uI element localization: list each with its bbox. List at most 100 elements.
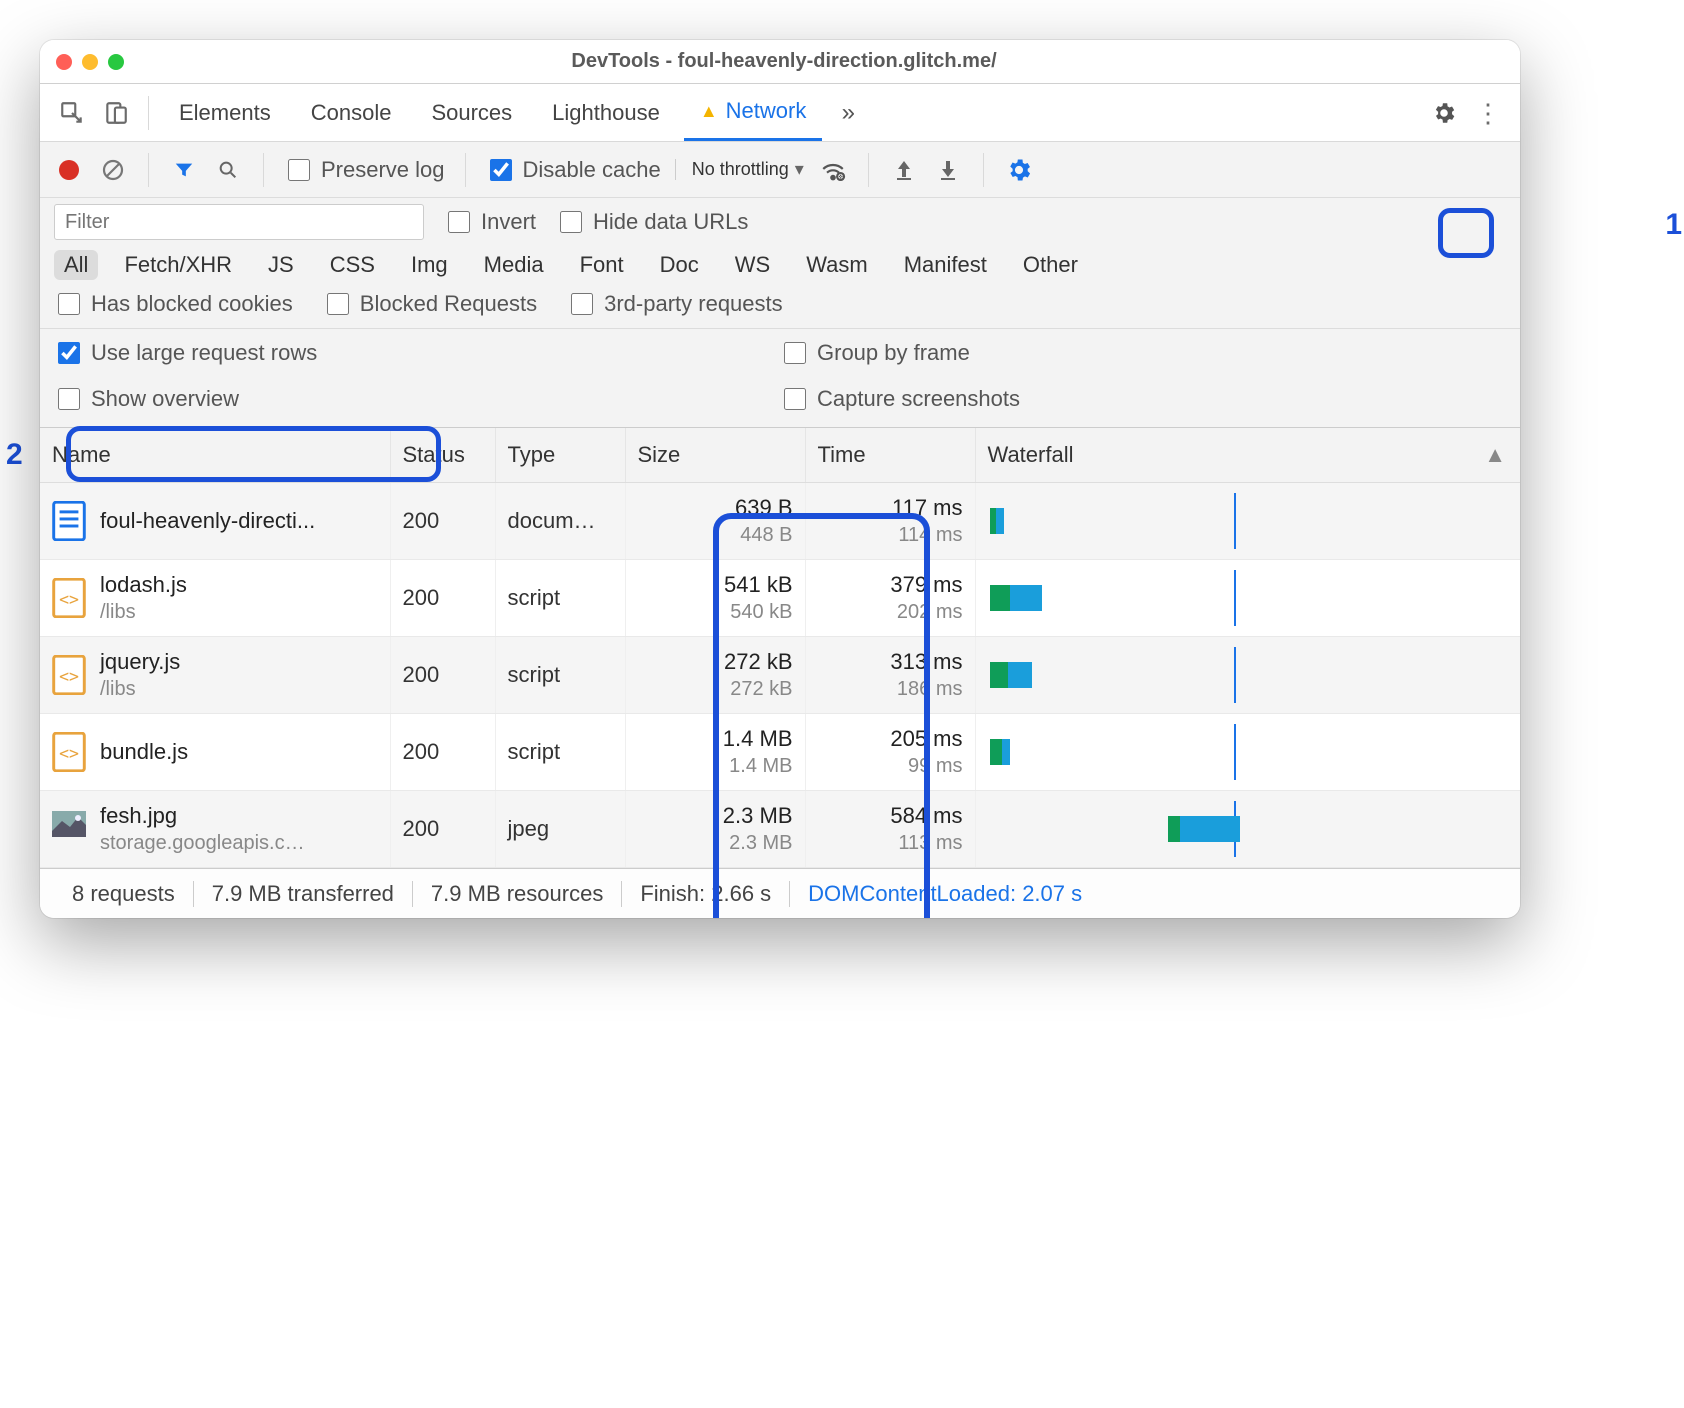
chip-wasm[interactable]: Wasm	[796, 250, 878, 280]
table-row[interactable]: fesh.jpgstorage.googleapis.c… 200 jpeg 2…	[40, 791, 1520, 868]
time-total: 584 ms	[818, 802, 963, 831]
devtools-window: DevTools - foul-heavenly-direction.glitc…	[40, 40, 1520, 918]
status-cell: 200	[390, 637, 495, 714]
blocked-cookies-checkbox[interactable]: Has blocked cookies	[54, 290, 293, 318]
tab-sources[interactable]: Sources	[415, 84, 528, 141]
capture-screenshots-checkbox[interactable]: Capture screenshots	[780, 385, 1506, 413]
table-row[interactable]: foul-heavenly-directi... 200 docum… 639 …	[40, 483, 1520, 560]
chip-js[interactable]: JS	[258, 250, 304, 280]
status-cell: 200	[390, 560, 495, 637]
status-requests: 8 requests	[54, 881, 194, 907]
warning-icon: ▲	[700, 101, 718, 122]
filter-icon[interactable]	[169, 155, 199, 185]
status-dcl: DOMContentLoaded: 2.07 s	[790, 881, 1100, 907]
status-transferred: 7.9 MB transferred	[194, 881, 413, 907]
download-har-icon[interactable]	[933, 155, 963, 185]
status-cell: 200	[390, 714, 495, 791]
time-total: 117 ms	[818, 494, 963, 523]
svg-text:<>: <>	[59, 744, 79, 763]
col-type[interactable]: Type	[495, 428, 625, 483]
status-finish: Finish: 2.66 s	[622, 881, 790, 907]
chip-other[interactable]: Other	[1013, 250, 1088, 280]
table-row[interactable]: <> jquery.js/libs 200 script 272 kB272 k…	[40, 637, 1520, 714]
request-path: storage.googleapis.c…	[100, 830, 305, 856]
preserve-log-checkbox[interactable]: Preserve log	[284, 156, 445, 184]
annotation-1: 1	[1665, 208, 1682, 242]
svg-text:<>: <>	[59, 590, 79, 609]
col-waterfall[interactable]: Waterfall▲	[975, 428, 1520, 483]
chip-font[interactable]: Font	[570, 250, 634, 280]
chip-css[interactable]: CSS	[320, 250, 385, 280]
type-cell: script	[495, 560, 625, 637]
time-latency: 186 ms	[818, 676, 963, 702]
hide-data-urls-checkbox[interactable]: Hide data URLs	[556, 208, 748, 236]
chip-img[interactable]: Img	[401, 250, 458, 280]
third-party-checkbox[interactable]: 3rd-party requests	[567, 290, 783, 318]
tab-elements[interactable]: Elements	[163, 84, 287, 141]
size-resource: 2.3 MB	[638, 830, 793, 856]
table-row[interactable]: <> lodash.js/libs 200 script 541 kB540 k…	[40, 560, 1520, 637]
network-table: Name Status Type Size Time Waterfall▲ fo…	[40, 428, 1520, 868]
blocked-requests-checkbox[interactable]: Blocked Requests	[323, 290, 537, 318]
chevron-down-icon: ▾	[795, 159, 804, 180]
chip-manifest[interactable]: Manifest	[894, 250, 997, 280]
settings-gear-icon[interactable]	[1426, 95, 1462, 131]
size-transfer: 1.4 MB	[638, 725, 793, 754]
chip-fetch-xhr[interactable]: Fetch/XHR	[114, 250, 242, 280]
col-name[interactable]: Name	[40, 428, 390, 483]
time-latency: 114 ms	[818, 522, 963, 548]
table-row[interactable]: <> bundle.js 200 script 1.4 MB1.4 MB 205…	[40, 714, 1520, 791]
group-by-frame-checkbox[interactable]: Group by frame	[780, 339, 1506, 367]
more-tabs-icon[interactable]: »	[830, 95, 866, 131]
tab-lighthouse[interactable]: Lighthouse	[536, 84, 676, 141]
filter-input[interactable]	[54, 204, 424, 240]
kebab-menu-icon[interactable]: ⋮	[1470, 95, 1506, 131]
chip-doc[interactable]: Doc	[650, 250, 709, 280]
invert-checkbox[interactable]: Invert	[444, 208, 536, 236]
chip-media[interactable]: Media	[474, 250, 554, 280]
tab-network[interactable]: ▲ Network	[684, 84, 823, 141]
request-name: foul-heavenly-directi...	[100, 507, 315, 536]
waterfall-cell	[988, 724, 1509, 780]
large-request-rows-checkbox[interactable]: Use large request rows	[54, 339, 780, 367]
device-toggle-icon[interactable]	[98, 95, 134, 131]
status-bar: 8 requests 7.9 MB transferred 7.9 MB res…	[40, 868, 1520, 918]
time-latency: 202 ms	[818, 599, 963, 625]
minimize-window[interactable]	[82, 54, 98, 70]
clear-icon[interactable]	[98, 155, 128, 185]
status-cell: 200	[390, 791, 495, 868]
col-time[interactable]: Time	[805, 428, 975, 483]
size-resource: 1.4 MB	[638, 753, 793, 779]
tab-console[interactable]: Console	[295, 84, 408, 141]
col-status[interactable]: Status	[390, 428, 495, 483]
network-conditions-icon[interactable]	[818, 155, 848, 185]
network-toolbar: Preserve log Disable cache No throttling…	[40, 142, 1520, 198]
show-overview-checkbox[interactable]: Show overview	[54, 385, 780, 413]
throttling-select[interactable]: No throttling ▾	[675, 159, 804, 180]
svg-text:<>: <>	[59, 667, 79, 686]
col-size[interactable]: Size	[625, 428, 805, 483]
window-title: DevTools - foul-heavenly-direction.glitc…	[124, 50, 1444, 73]
waterfall-cell	[988, 801, 1509, 857]
status-cell: 200	[390, 483, 495, 560]
waterfall-cell	[988, 493, 1509, 549]
script-file-icon: <>	[52, 578, 86, 618]
record-button[interactable]	[54, 155, 84, 185]
type-filter-chips: All Fetch/XHR JS CSS Img Media Font Doc …	[54, 250, 1506, 280]
time-total: 205 ms	[818, 725, 963, 754]
upload-har-icon[interactable]	[889, 155, 919, 185]
request-name: bundle.js	[100, 738, 188, 767]
request-name: jquery.js	[100, 648, 180, 677]
disable-cache-checkbox[interactable]: Disable cache	[486, 156, 661, 184]
size-transfer: 2.3 MB	[638, 802, 793, 831]
chip-all[interactable]: All	[54, 250, 98, 280]
chip-ws[interactable]: WS	[725, 250, 780, 280]
inspect-element-icon[interactable]	[54, 95, 90, 131]
maximize-window[interactable]	[108, 54, 124, 70]
type-cell: docum…	[495, 483, 625, 560]
request-path: /libs	[100, 676, 180, 702]
search-icon[interactable]	[213, 155, 243, 185]
sort-indicator-icon: ▲	[1484, 442, 1506, 468]
close-window[interactable]	[56, 54, 72, 70]
network-settings-gear-icon[interactable]	[1004, 155, 1034, 185]
